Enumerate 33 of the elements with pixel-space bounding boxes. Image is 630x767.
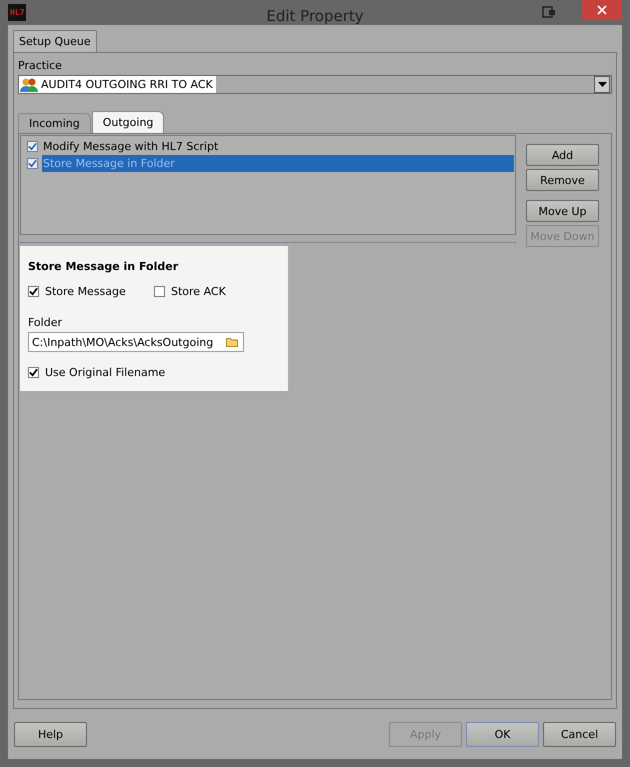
tab[interactable]: Incoming [18, 113, 91, 133]
step-button[interactable]: Move Up [526, 200, 599, 222]
tab[interactable]: Setup Queue [13, 30, 97, 52]
window-restore-icon[interactable] [542, 6, 556, 18]
checkbox-label: Use Original Filename [45, 366, 166, 379]
checkbox-label: Store Message [45, 285, 126, 298]
dialog-button[interactable]: Cancel [543, 722, 616, 746]
practice-dropdown[interactable]: AUDIT4 OUTGOING RRI TO ACK [18, 75, 612, 94]
field-label: Practice [18, 59, 63, 72]
help-button[interactable]: Help [14, 722, 87, 746]
step-button[interactable]: Remove [526, 169, 599, 191]
folder-field[interactable]: C:\Inpath\MO\Acks\AcksOutgoing [28, 332, 244, 352]
checkbox[interactable] [154, 286, 165, 297]
folder-icon[interactable] [226, 337, 238, 347]
app-logo: HL7 [8, 4, 26, 21]
checkbox[interactable] [28, 286, 39, 297]
dropdown-button[interactable] [594, 76, 610, 93]
checkbox[interactable] [28, 367, 39, 378]
close-button[interactable] [582, 0, 622, 20]
list-item[interactable]: Modify Message with HL7 Script [42, 138, 514, 155]
dropdown-value: AUDIT4 OUTGOING RRI TO ACK [41, 78, 213, 91]
dialog-button[interactable]: OK [466, 722, 539, 746]
checkbox-label: Store ACK [171, 285, 226, 298]
field-label: Folder [28, 316, 63, 329]
checkbox[interactable] [27, 158, 38, 169]
step-button[interactable]: Add [526, 144, 599, 166]
tab[interactable]: Outgoing [92, 111, 164, 133]
caret-icon [598, 82, 606, 87]
users-icon [20, 76, 38, 92]
section-title: Store Message in Folder [28, 260, 180, 273]
checkbox[interactable] [27, 141, 38, 152]
window-title: Edit Property [266, 7, 364, 25]
close-icon [597, 5, 607, 15]
